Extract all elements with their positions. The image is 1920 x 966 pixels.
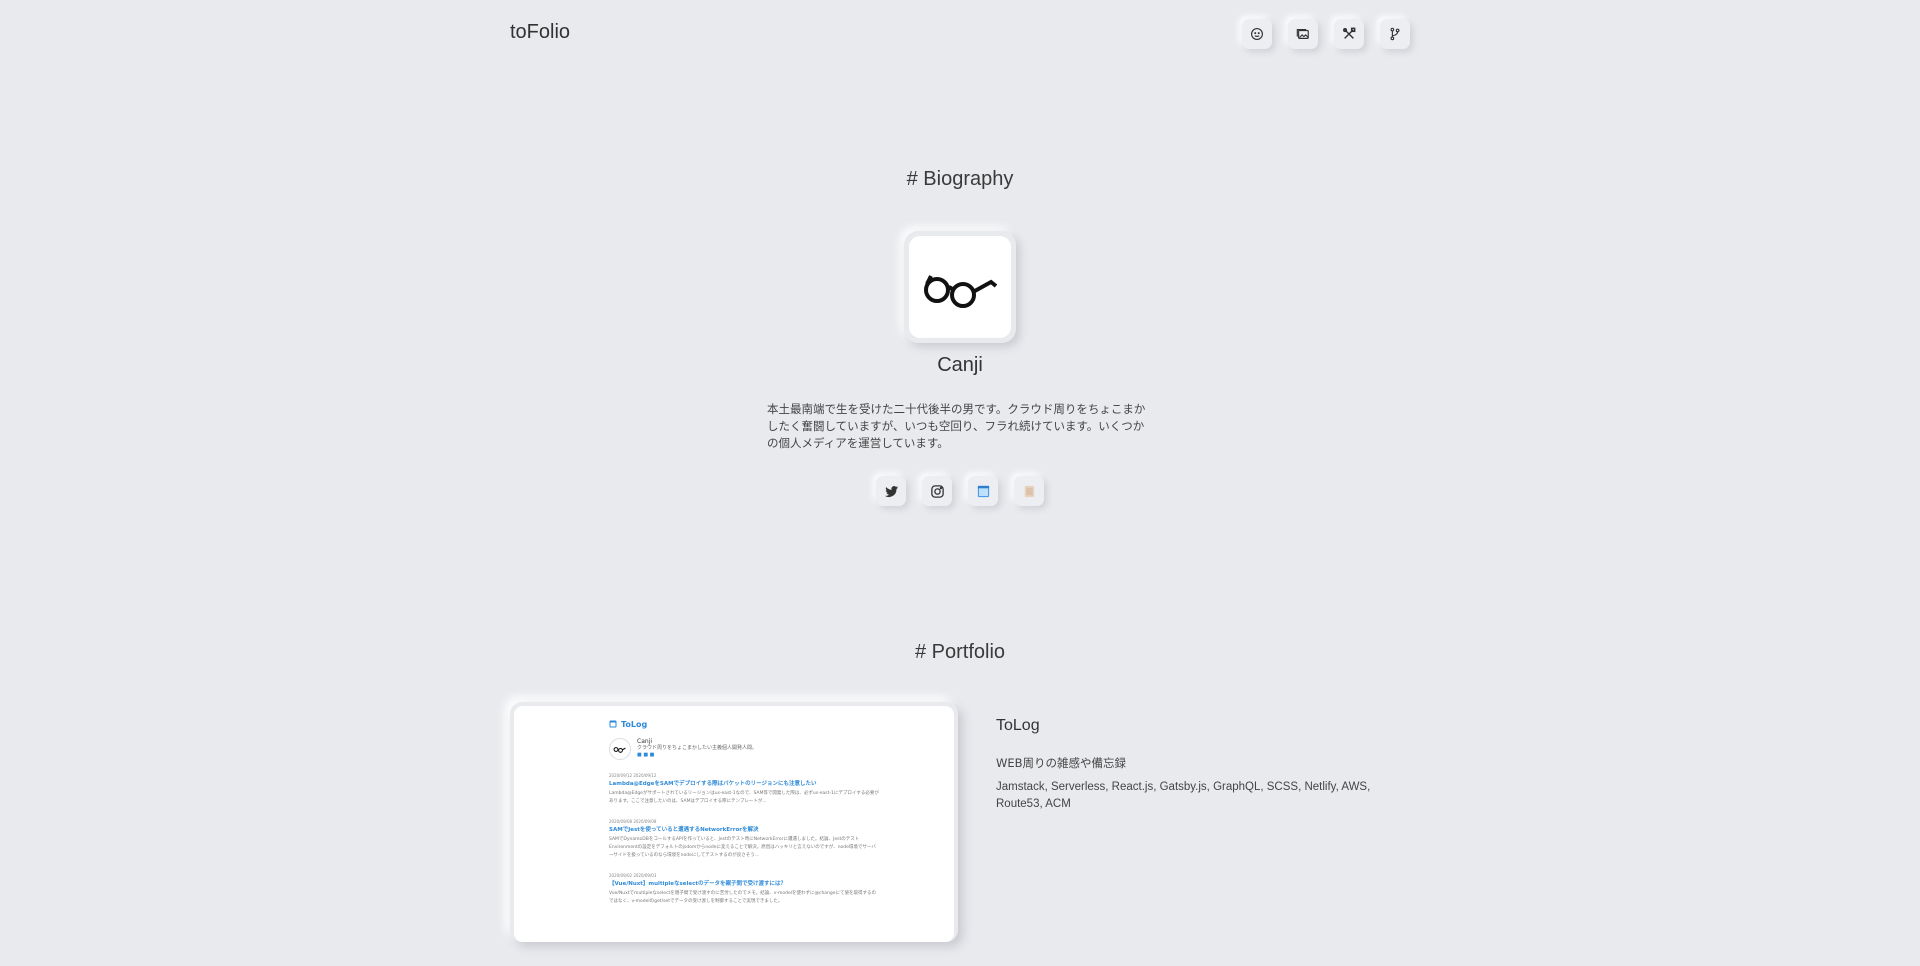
gallery-icon [1296, 29, 1309, 39]
list-item: 2020/09/02 2020/09/03 【Vue/Nuxt】multiple… [609, 873, 877, 904]
note-link[interactable] [1014, 476, 1044, 506]
mini-logo: ToLog [609, 720, 879, 728]
tolog-screenshot[interactable]: ToLog Canji クラウド周りをちょこまかしたい主義個人開発人間。 ■ ■… [510, 702, 958, 942]
twitter-icon [884, 485, 898, 497]
biography-heading: # Biography [906, 168, 1014, 190]
top-header: toFolio [0, 0, 1920, 70]
nav-skills-button[interactable] [1334, 19, 1364, 49]
mini-avatar [609, 738, 631, 760]
blog-icon [977, 485, 989, 497]
project-title[interactable]: ToLog [996, 717, 1040, 735]
nav-biography-button[interactable] [1242, 19, 1272, 49]
nav-portfolio-button[interactable] [1288, 19, 1318, 49]
blog-icon [609, 720, 617, 728]
project-description: WEB周りの雑感や備忘録 [996, 756, 1127, 770]
glasses-icon [613, 747, 626, 753]
git-branch-icon [1390, 27, 1400, 41]
list-item: 2020/09/12 2020/09/12 Lambda@EdgeをSAMでデプ… [609, 773, 879, 804]
profile-bio: 本土最南端で生を受けた二十代後半の男です。クラウド周りをちょこまかしたく奮闘して… [767, 402, 1146, 450]
instagram-icon [930, 484, 944, 498]
smile-icon [1251, 28, 1263, 40]
brand-logo[interactable]: toFolio [510, 21, 570, 44]
profile-name: Canji [937, 354, 983, 376]
list-item: 2020/09/08 2020/09/08 SAMでJestを使っていると遭遇す… [609, 819, 876, 858]
avatar [904, 231, 1016, 343]
blog-link[interactable] [968, 476, 998, 506]
screenshot-content: ToLog Canji クラウド周りをちょこまかしたい主義個人開発人間。 ■ ■… [609, 719, 879, 904]
nav-repository-button[interactable] [1380, 19, 1410, 49]
portfolio-heading: # Portfolio [914, 641, 1006, 663]
twitter-link[interactable] [876, 476, 906, 506]
note-icon [1024, 485, 1034, 497]
mini-social-icons: ■ ■ ■ [637, 752, 655, 758]
project-tech-stack: Jamstack, Serverless, React.js, Gatsby.j… [996, 781, 1371, 810]
tools-icon [1343, 27, 1356, 39]
instagram-link[interactable] [922, 476, 952, 506]
glasses-icon [924, 275, 998, 308]
